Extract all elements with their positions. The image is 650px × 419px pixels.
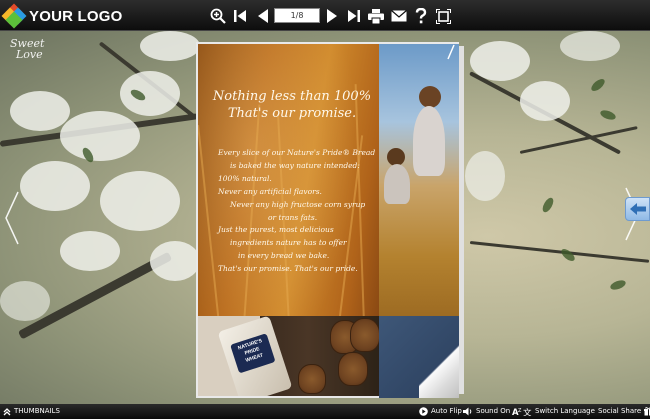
play-icon [419,407,428,416]
page-number-field[interactable]: 1/8 [274,8,320,23]
logo: YOUR LOGO [1,3,123,29]
page-edge [459,46,464,394]
auto-flip-button[interactable]: Auto Flip [419,404,462,419]
arrow-left-icon [629,203,646,215]
gift-icon [644,407,650,416]
email-icon[interactable] [388,5,410,27]
page-corner-icon[interactable] [446,44,456,65]
right-page[interactable] [379,42,459,398]
logo-text: YOUR LOGO [29,7,123,25]
svg-text:Z: Z [518,408,522,414]
bread-slice [338,352,368,386]
last-page-icon[interactable] [343,5,365,27]
page-curl[interactable] [419,329,459,398]
double-chevron-up-icon [3,407,11,415]
watermark-line-2: Love [16,48,43,61]
previous-page-icon[interactable] [252,5,274,27]
previous-page-arrow[interactable] [4,190,20,246]
ad-body-line: in every bread we bake. [238,251,330,261]
watermark-logo: Sweet Love [10,38,44,60]
ad-body-line: Never any high fructose corn syrup [230,199,366,209]
ad-body-line: or trans fats. [268,212,318,222]
ad-body: Every slice of our Nature's Pride® Bread… [218,147,376,276]
headline-line-1: Nothing less than 100% [212,89,372,104]
language-label: Switch Language [535,407,595,415]
side-panel-tab[interactable] [625,197,650,221]
ad-headline: Nothing less than 100% That's our promis… [212,88,372,122]
thumbnails-button[interactable]: THUMBNAILS [3,404,60,419]
flipbook[interactable]: Nothing less than 100% That's our promis… [196,42,464,398]
first-page-icon[interactable] [229,5,251,27]
fullscreen-icon[interactable] [432,5,454,27]
ad-body-line: Never any artificial flavors. [218,186,322,196]
zoom-in-icon[interactable] [207,5,229,27]
sound-toggle[interactable]: Sound On [463,404,510,419]
print-icon[interactable] [365,5,387,27]
social-share-button[interactable]: Social Share [598,404,650,419]
bread-bag-label: NATURE'S PRIDE WHEAT [230,333,276,374]
ad-body-line: Every slice of our Nature's Pride® Bread [218,148,376,157]
bottom-toolbar: THUMBNAILS Auto Flip Sound On AZ文 Switch… [0,404,650,419]
ad-body-line: 100% natural. [218,173,272,183]
bread-slice [350,318,379,352]
thumbnails-label: THUMBNAILS [14,407,60,415]
svg-text:文: 文 [523,408,532,417]
speaker-icon [463,407,472,416]
logo-icon [1,3,27,29]
help-icon[interactable] [410,5,432,27]
switch-language-button[interactable]: AZ文 Switch Language [512,404,595,419]
left-page[interactable]: Nothing less than 100% That's our promis… [196,42,379,398]
social-share-label: Social Share [598,407,642,415]
language-icon: AZ文 [512,408,532,417]
ad-body-line: That's our promise. That's our pride. [218,264,358,274]
ad-body-line: is baked the way nature intended: [230,160,360,170]
bread-slice [298,364,326,394]
ad-body-line: ingredients nature has to offer [230,238,347,248]
sound-label: Sound On [476,407,511,415]
headline-line-2: That's our promise. [227,106,357,121]
auto-flip-label: Auto Flip [431,407,462,415]
ad-body-line: Just the purest, most delicious [218,225,334,235]
next-page-icon[interactable] [321,5,343,27]
top-toolbar: YOUR LOGO 1/8 [0,0,650,31]
